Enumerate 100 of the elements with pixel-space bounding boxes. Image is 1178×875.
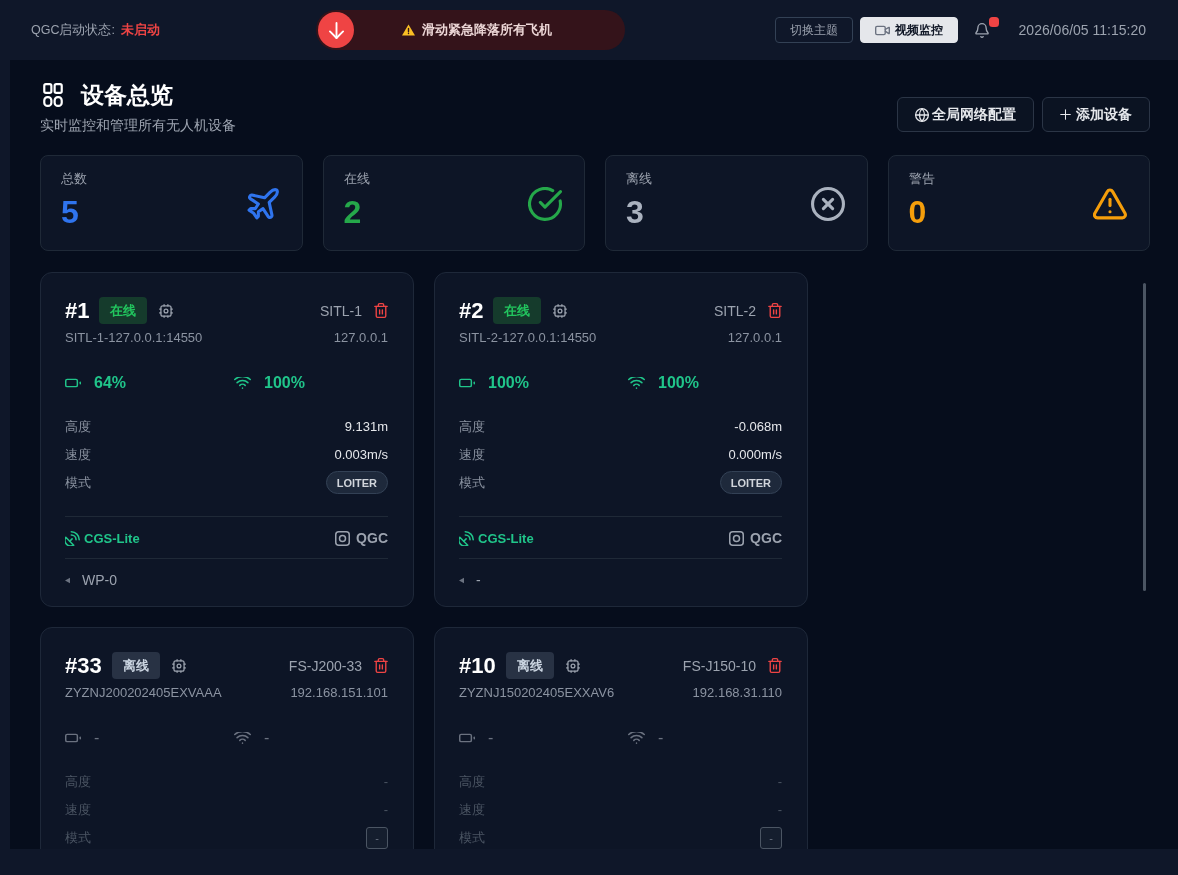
satellite-dish-icon (65, 530, 80, 546)
telemetry-label: 速度 (65, 800, 91, 819)
scrollbar-thumb[interactable] (1143, 283, 1146, 591)
telemetry-label: 高度 (65, 772, 91, 791)
device-card[interactable]: #1 在线 SITL-1 SITL-1-127.0.0.1:14550 127.0.0.1 64% 100% 高度 9.131m 速度 0.003m/s 模式 LOITER CGS-Lite QGC WP-0 (40, 272, 414, 607)
video-monitor-button[interactable]: 视频监控 (859, 17, 958, 43)
caret-left-icon (65, 576, 70, 584)
flight-mode: LOITER (719, 471, 782, 494)
telemetry-label: 模式 (65, 473, 91, 492)
page-subtitle: 实时监控和管理所有无人机设备 (40, 117, 236, 135)
status-badge: 离线 (111, 652, 160, 679)
connection-id: ZYZNJ150202405EXXAV6 (459, 684, 615, 702)
waypoint-text: WP-0 (82, 571, 117, 590)
telemetry-label: 模式 (459, 473, 485, 492)
ip-address: 192.168.31.110 (692, 684, 782, 702)
add-device-button[interactable]: 添加设备 (1042, 97, 1150, 132)
theme-button[interactable]: 切换主题 (774, 17, 853, 43)
trash-icon[interactable] (768, 658, 782, 673)
signal-value: 100% (658, 373, 699, 393)
telemetry-label: 速度 (65, 445, 91, 464)
chip-icon[interactable] (171, 658, 186, 673)
battery-value: 100% (488, 373, 529, 393)
bell-icon[interactable] (974, 22, 989, 38)
device-number: #10 (459, 652, 496, 679)
telemetry-label: 速度 (459, 800, 485, 819)
telemetry-label: 速度 (459, 445, 485, 464)
telemetry-label: 模式 (459, 828, 485, 847)
grid-icon (43, 83, 63, 107)
chip-icon[interactable] (565, 658, 580, 673)
battery-icon (65, 378, 81, 388)
autopilot-name: QGC (750, 530, 782, 546)
device-number: #2 (459, 297, 484, 324)
telemetry-value: 0.000m/s (728, 447, 782, 462)
caret-left-icon (459, 576, 464, 584)
device-name: FS-J200-33 (288, 657, 362, 674)
battery-icon (459, 733, 475, 743)
telemetry-value: - (777, 774, 782, 789)
page-title: 设备总览 (81, 82, 173, 108)
device-name: SITL-1 (320, 302, 362, 319)
connection-id: SITL-1-127.0.0.1:14550 (65, 329, 203, 347)
stat-label: 离线 (626, 170, 652, 188)
chip-icon[interactable] (159, 303, 174, 318)
status-value: 未启动 (120, 21, 160, 39)
signal-value: - (658, 728, 664, 748)
satellite-dish-icon (459, 530, 474, 546)
stat-value: 3 (626, 194, 645, 230)
connection-id: SITL-2-127.0.0.1:14550 (459, 329, 597, 347)
telemetry-value: 9.131m (344, 419, 388, 434)
telemetry-value: - (383, 802, 388, 817)
trash-icon[interactable] (374, 303, 388, 318)
telemetry-label: 高度 (459, 772, 485, 791)
waypoint-text: - (476, 571, 481, 590)
status-badge: 离线 (505, 652, 554, 679)
status-label: QGC启动状态: (31, 21, 115, 39)
wifi-icon (234, 376, 251, 390)
wifi-icon (628, 731, 645, 745)
network-config-button[interactable]: 全局网络配置 (897, 97, 1034, 132)
globe-icon (915, 107, 929, 122)
trash-icon[interactable] (768, 303, 782, 318)
trash-icon[interactable] (374, 658, 388, 673)
device-name: SITL-2 (714, 302, 756, 319)
ip-address: 127.0.0.1 (333, 329, 388, 347)
x-circle-icon (810, 187, 845, 221)
ip-address: 127.0.0.1 (727, 329, 782, 347)
device-number: #1 (65, 297, 90, 324)
arrow-down-icon (328, 21, 344, 39)
device-card[interactable]: #2 在线 SITL-2 SITL-2-127.0.0.1:14550 127.0.0.1 100% 100% 高度 -0.068m 速度 0.000m/s 模式 LOITER CGS-Lite QGC - (434, 272, 808, 607)
battery-icon (65, 733, 81, 743)
device-card[interactable]: #33 离线 FS-J200-33 ZYZNJ200202405EXVAAA 192.168.151.101 - - 高度 - 速度 - 模式 - (40, 627, 414, 849)
battery-value: - (94, 728, 100, 748)
telemetry-value: 0.003m/s (334, 447, 388, 462)
stat-value: 5 (61, 194, 80, 230)
telemetry-label: 模式 (65, 828, 91, 847)
flight-mode: - (760, 826, 782, 849)
video-camera-icon (874, 24, 890, 36)
battery-value: 64% (94, 373, 127, 393)
device-number: #33 (65, 652, 102, 679)
slider-handle[interactable] (318, 12, 354, 48)
warning-icon (402, 24, 415, 36)
warning-icon (1093, 187, 1127, 221)
status-badge: 在线 (99, 297, 148, 324)
slider-label: 滑动紧急降落所有飞机 (422, 21, 552, 39)
stat-value: 2 (343, 194, 363, 230)
battery-icon (459, 378, 475, 388)
telemetry-value: - (777, 802, 782, 817)
telemetry-label: 高度 (459, 417, 485, 436)
plane-icon (245, 187, 280, 221)
signal-value: 100% (264, 373, 305, 393)
check-circle-icon (528, 187, 562, 221)
telemetry-value: -0.068m (734, 419, 782, 434)
chip-icon[interactable] (553, 303, 568, 318)
device-card[interactable]: #10 离线 FS-J150-10 ZYZNJ150202405EXXAV6 192.168.31.110 - - 高度 - 速度 - 模式 - (434, 627, 808, 849)
wifi-icon (234, 731, 251, 745)
battery-value: - (488, 728, 494, 748)
emergency-slider[interactable]: 滑动紧急降落所有飞机 (316, 10, 625, 50)
flight-mode: - (366, 826, 388, 849)
connection-id: ZYZNJ200202405EXVAAA (65, 684, 222, 702)
datetime-text: 2026/06/05 11:15:20 (1018, 22, 1146, 38)
stat-value: 0 (908, 194, 928, 230)
stat-label: 在线 (343, 170, 370, 188)
